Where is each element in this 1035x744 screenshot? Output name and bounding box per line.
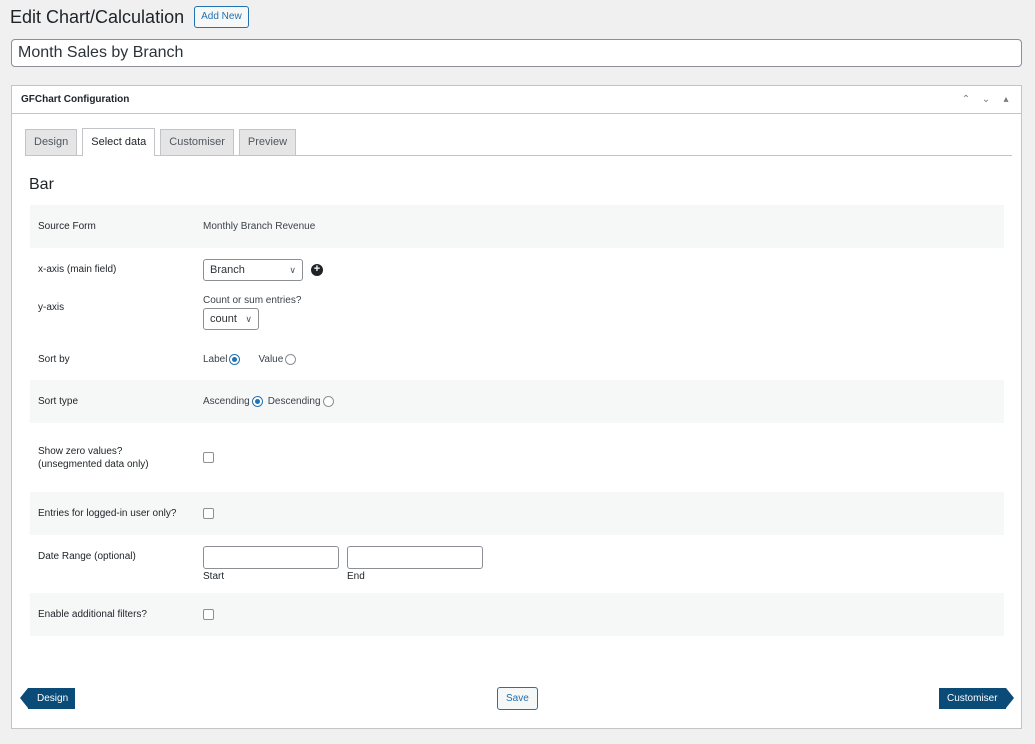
- y-axis-selected-value: count: [210, 313, 237, 325]
- y-axis-label: y-axis: [38, 302, 65, 313]
- sort-descending-radio[interactable]: [322, 396, 334, 407]
- tab-preview[interactable]: Preview: [238, 129, 297, 155]
- logged-in-checkbox[interactable]: [203, 508, 214, 519]
- row-sort-type: Sort type Ascending Descending: [30, 380, 1004, 423]
- tab-select-data[interactable]: Select data: [82, 128, 156, 156]
- x-axis-selected-value: Branch: [210, 264, 245, 276]
- prev-design-button[interactable]: Design: [19, 688, 76, 709]
- row-show-zero: Show zero values? (unsegmented data only…: [30, 423, 1004, 492]
- x-axis-label: x-axis (main field): [38, 264, 117, 275]
- row-sort-by: Sort by Label Value: [30, 338, 1004, 380]
- next-customiser-button[interactable]: Customiser: [939, 688, 1014, 709]
- row-additional-filters: Enable additional filters?: [30, 593, 1004, 636]
- row-source-form: Source Form Monthly Branch Revenue: [30, 205, 1004, 248]
- sort-by-value-option-text: Value: [258, 353, 284, 365]
- additional-filters-checkbox[interactable]: [203, 609, 214, 620]
- panel-header: GFChart Configuration ⌃ ⌄ ▴: [12, 86, 1021, 114]
- sort-by-value-radio[interactable]: [285, 353, 297, 365]
- panel-handle-actions: ⌃ ⌄ ▴: [960, 94, 1012, 105]
- show-zero-checkbox[interactable]: [203, 452, 214, 463]
- save-button[interactable]: Save: [497, 687, 538, 710]
- page-header: Edit Chart/Calculation Add New: [10, 6, 249, 28]
- chevron-down-icon: ∨: [289, 264, 296, 275]
- sort-by-label: Sort by: [38, 353, 70, 365]
- additional-filters-label: Enable additional filters?: [38, 609, 147, 620]
- logged-in-label: Entries for logged-in user only?: [38, 508, 177, 519]
- gfchart-configuration-panel: GFChart Configuration ⌃ ⌄ ▴ Design Selec…: [11, 85, 1022, 729]
- row-date-range: Date Range (optional) Start End: [30, 535, 1004, 593]
- row-x-axis: x-axis (main field) Branch ∨ +: [30, 248, 1004, 292]
- date-start-label: Start: [203, 571, 225, 582]
- date-end-label: End: [347, 571, 365, 582]
- x-axis-select[interactable]: Branch ∨: [203, 259, 303, 281]
- date-end-input[interactable]: [347, 546, 483, 569]
- chart-title-input[interactable]: [11, 39, 1022, 67]
- chevron-down-icon[interactable]: ⌄: [980, 94, 992, 105]
- chart-type-heading: Bar: [29, 176, 54, 193]
- add-new-button[interactable]: Add New: [194, 6, 249, 28]
- chevron-down-icon: ∨: [245, 313, 252, 324]
- panel-title: GFChart Configuration: [21, 94, 130, 105]
- tab-bar: Design Select data Customiser Preview: [25, 128, 1012, 156]
- toggle-panel-icon[interactable]: ▴: [1000, 94, 1012, 105]
- source-form-value: Monthly Branch Revenue: [203, 221, 316, 232]
- row-logged-in: Entries for logged-in user only?: [30, 492, 1004, 535]
- sort-descending-text: Descending: [267, 396, 321, 407]
- sort-by-label-option-text: Label: [203, 353, 228, 365]
- y-axis-select[interactable]: count ∨: [203, 308, 259, 330]
- row-y-axis: y-axis Count or sum entries? count ∨: [30, 292, 1004, 338]
- y-axis-prompt: Count or sum entries?: [203, 295, 302, 306]
- tab-design[interactable]: Design: [25, 129, 78, 155]
- tab-customiser[interactable]: Customiser: [160, 129, 234, 155]
- source-form-label: Source Form: [38, 221, 96, 232]
- date-start-input[interactable]: [203, 546, 339, 569]
- settings-rows: Source Form Monthly Branch Revenue x-axi…: [30, 205, 1004, 636]
- sort-by-label-radio[interactable]: [229, 353, 241, 365]
- sort-ascending-radio[interactable]: [251, 396, 263, 407]
- chevron-up-icon[interactable]: ⌃: [960, 94, 972, 105]
- sort-ascending-text: Ascending: [203, 396, 250, 407]
- show-zero-label: Show zero values? (unsegmented data only…: [38, 445, 149, 470]
- page-title: Edit Chart/Calculation: [10, 6, 185, 27]
- date-range-label: Date Range (optional): [38, 551, 136, 562]
- add-field-icon[interactable]: +: [311, 264, 323, 276]
- sort-type-label: Sort type: [38, 396, 79, 407]
